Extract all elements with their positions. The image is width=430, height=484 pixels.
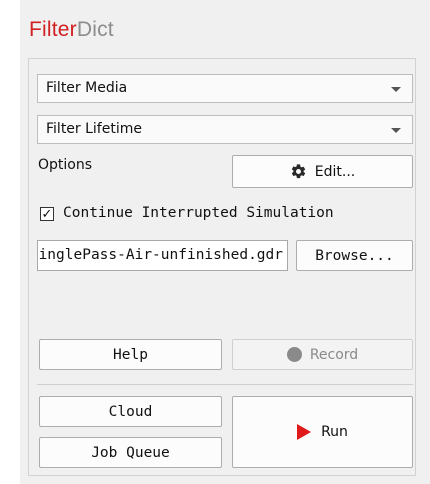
app-title-part1: Filter [29, 18, 77, 41]
help-button-label: Help [113, 346, 148, 363]
record-button[interactable]: Record [232, 339, 413, 370]
filter-lifetime-value: Filter Lifetime [46, 121, 142, 137]
file-path-input[interactable]: e-SinglePass-Air-unfinished.gdr [37, 240, 288, 271]
filter-media-value: Filter Media [46, 80, 128, 96]
filter-media-select[interactable]: Filter Media [37, 74, 413, 103]
play-icon [297, 424, 312, 440]
run-button-label: Run [321, 424, 348, 440]
filter-lifetime-select[interactable]: Filter Lifetime [37, 115, 413, 144]
options-label: Options [38, 157, 93, 173]
run-button[interactable]: Run [232, 396, 413, 468]
record-button-label: Record [309, 346, 359, 363]
browse-button-label: Browse... [315, 247, 394, 264]
app-title-part2: Dict [76, 18, 114, 41]
divider [37, 384, 413, 385]
continue-simulation-label[interactable]: Continue Interrupted Simulation [63, 205, 334, 221]
continue-simulation-checkbox[interactable]: ✓ [40, 207, 54, 221]
cloud-button[interactable]: Cloud [39, 396, 222, 427]
help-button[interactable]: Help [39, 339, 222, 370]
edit-button-label: Edit... [314, 163, 356, 180]
gear-icon [291, 164, 305, 179]
cloud-button-label: Cloud [108, 403, 153, 420]
file-path-value: e-SinglePass-Air-unfinished.gdr [37, 247, 283, 263]
browse-button[interactable]: Browse... [296, 240, 413, 271]
check-icon: ✓ [41, 206, 53, 222]
chevron-down-icon [391, 87, 401, 92]
app-title: FilterDict [29, 18, 114, 42]
edit-button[interactable]: Edit... [232, 155, 413, 188]
job-queue-button[interactable]: Job Queue [39, 437, 222, 468]
job-queue-button-label: Job Queue [91, 444, 170, 461]
chevron-down-icon [391, 128, 401, 133]
record-dot-icon [286, 347, 302, 362]
